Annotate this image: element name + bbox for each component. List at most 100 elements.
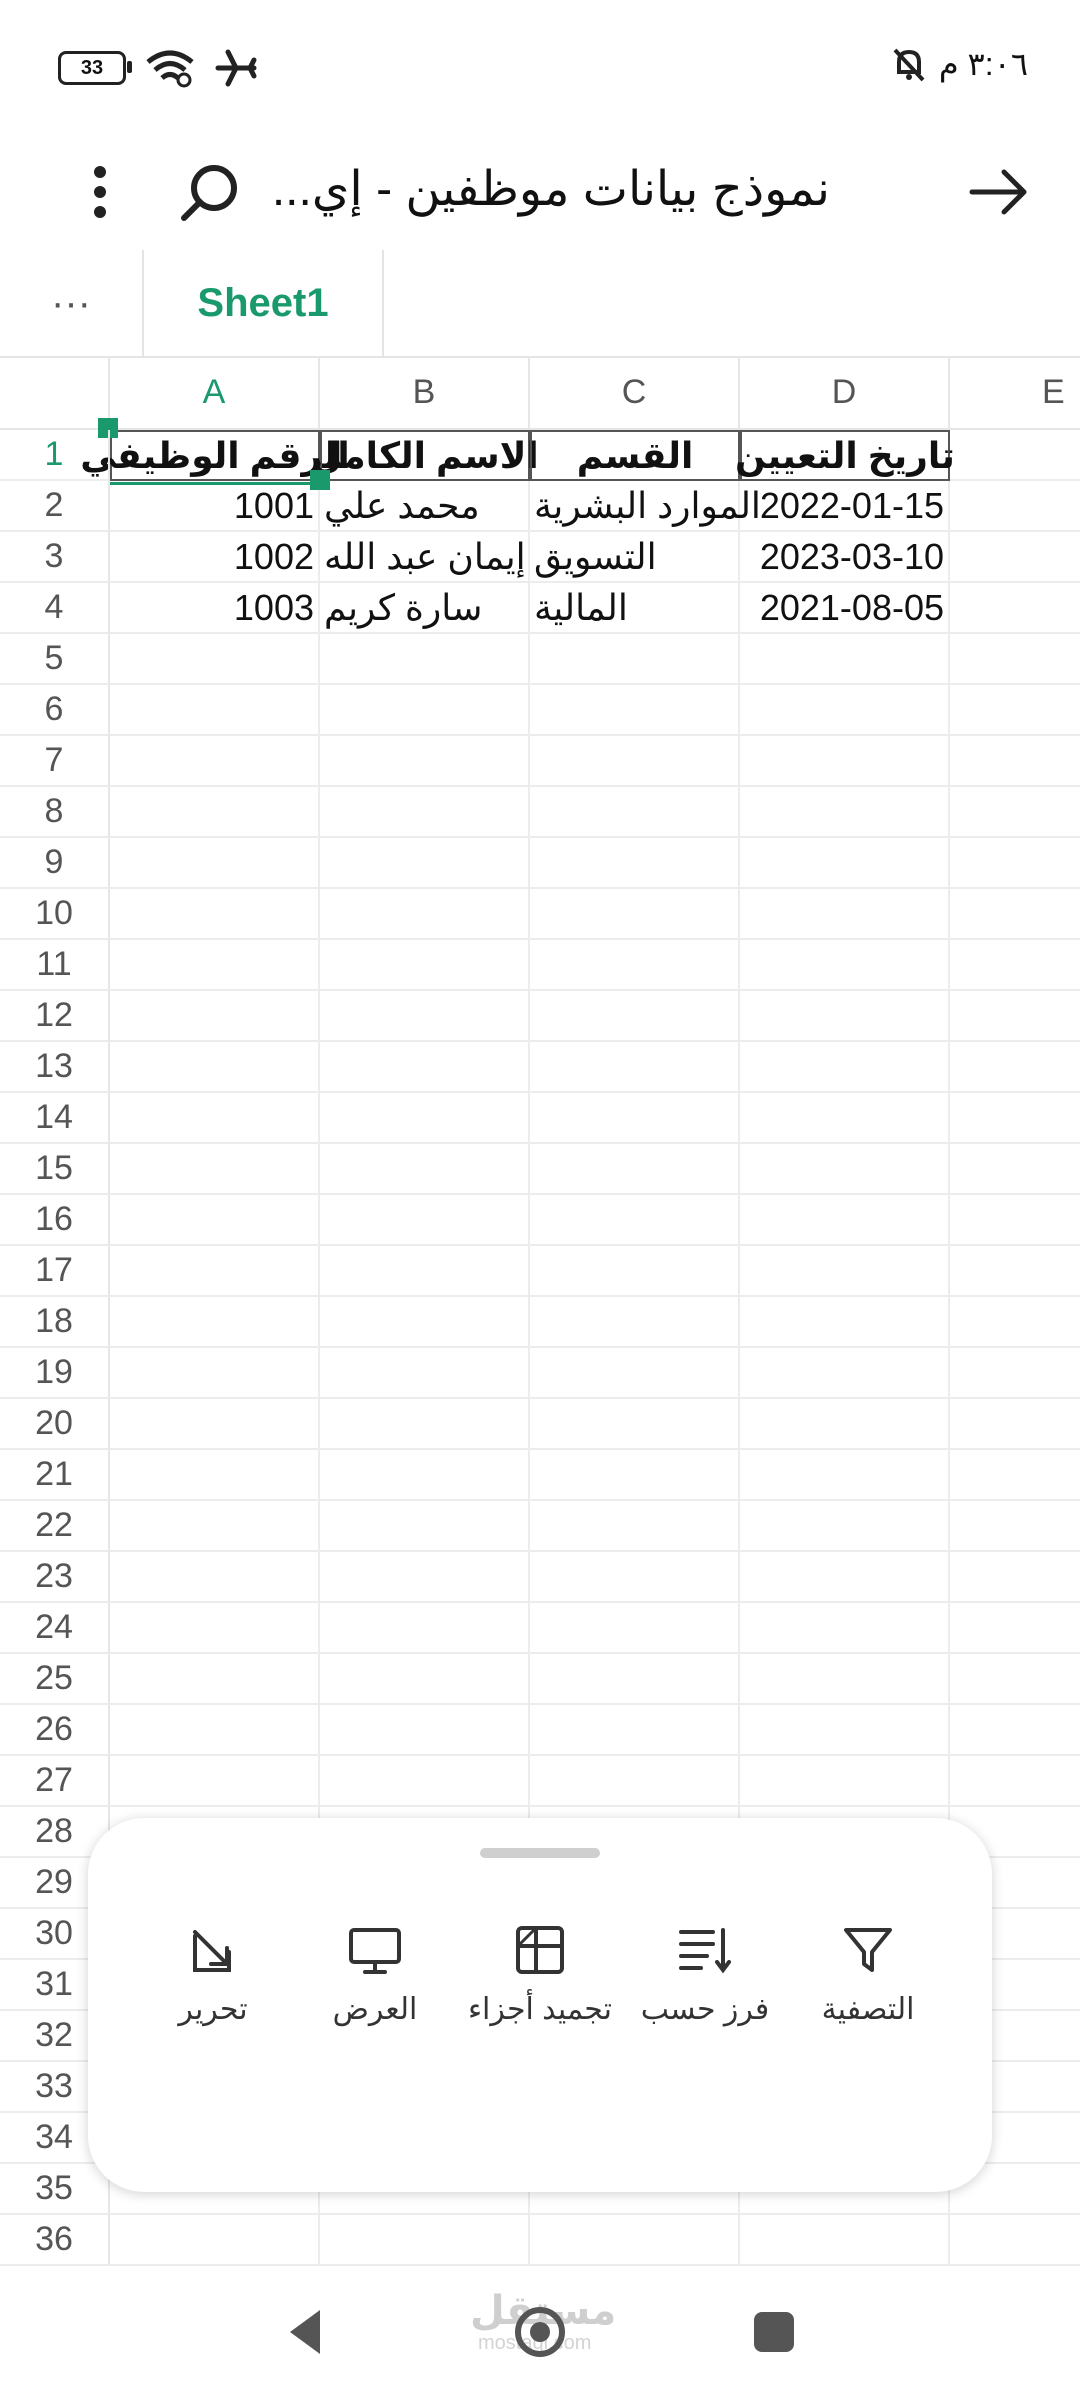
empty-cell[interactable]	[950, 1195, 1080, 1246]
freeze-panes-button[interactable]: تجميد أجزاء	[455, 1922, 625, 2027]
row-header-4[interactable]: 4	[0, 583, 110, 634]
cell-c4[interactable]: المالية	[530, 583, 740, 634]
empty-cell[interactable]	[740, 1450, 950, 1501]
empty-cell[interactable]	[320, 1450, 530, 1501]
empty-cell[interactable]	[320, 838, 530, 889]
empty-cell[interactable]	[110, 2215, 320, 2266]
column-header-d[interactable]: D	[740, 356, 950, 430]
row-header-27[interactable]: 27	[0, 1756, 110, 1807]
empty-cell[interactable]	[740, 1705, 950, 1756]
empty-cell[interactable]	[530, 1348, 740, 1399]
empty-cell[interactable]	[740, 1144, 950, 1195]
empty-cell[interactable]	[110, 1297, 320, 1348]
cell-c3[interactable]: التسويق	[530, 532, 740, 583]
empty-cell[interactable]	[530, 1399, 740, 1450]
empty-cell[interactable]	[320, 1348, 530, 1399]
empty-cell[interactable]	[320, 1705, 530, 1756]
empty-cell[interactable]	[320, 2215, 530, 2266]
empty-cell[interactable]	[320, 1654, 530, 1705]
empty-cell[interactable]	[740, 991, 950, 1042]
selection-end-handle[interactable]	[310, 470, 330, 490]
empty-cell[interactable]	[320, 991, 530, 1042]
empty-cell[interactable]	[950, 583, 1080, 634]
empty-cell[interactable]	[530, 1501, 740, 1552]
tab-sheet1[interactable]: Sheet1	[144, 250, 384, 356]
empty-cell[interactable]	[110, 1246, 320, 1297]
empty-cell[interactable]	[530, 634, 740, 685]
empty-cell[interactable]	[740, 1348, 950, 1399]
empty-cell[interactable]	[110, 889, 320, 940]
row-header-2[interactable]: 2	[0, 481, 110, 532]
edit-button[interactable]: تحرير	[128, 1922, 298, 2027]
empty-cell[interactable]	[110, 1042, 320, 1093]
empty-cell[interactable]	[740, 685, 950, 736]
cell-b4[interactable]: سارة كريم	[320, 583, 530, 634]
cell-c1[interactable]: القسم	[530, 430, 740, 481]
row-header-13[interactable]: 13	[0, 1042, 110, 1093]
empty-cell[interactable]	[740, 1603, 950, 1654]
back-arrow-icon[interactable]	[958, 152, 1038, 232]
sheet-drag-handle[interactable]	[480, 1848, 600, 1858]
empty-cell[interactable]	[110, 1603, 320, 1654]
empty-cell[interactable]	[530, 1246, 740, 1297]
empty-cell[interactable]	[950, 1144, 1080, 1195]
empty-cell[interactable]	[110, 1552, 320, 1603]
column-header-e[interactable]: E	[950, 356, 1080, 430]
empty-cell[interactable]	[320, 889, 530, 940]
cell-a4[interactable]: 1003	[110, 583, 320, 634]
row-header-8[interactable]: 8	[0, 787, 110, 838]
empty-cell[interactable]	[740, 1501, 950, 1552]
empty-cell[interactable]	[530, 940, 740, 991]
empty-cell[interactable]	[740, 1246, 950, 1297]
empty-cell[interactable]	[950, 838, 1080, 889]
empty-cell[interactable]	[320, 1501, 530, 1552]
empty-cell[interactable]	[530, 1093, 740, 1144]
empty-cell[interactable]	[110, 1654, 320, 1705]
nav-recents-icon[interactable]	[744, 2302, 804, 2362]
empty-cell[interactable]	[530, 838, 740, 889]
empty-cell[interactable]	[740, 1654, 950, 1705]
empty-cell[interactable]	[530, 991, 740, 1042]
empty-cell[interactable]	[950, 1705, 1080, 1756]
empty-cell[interactable]	[950, 1552, 1080, 1603]
cell-a2[interactable]: 1001	[110, 481, 320, 532]
row-header-9[interactable]: 9	[0, 838, 110, 889]
empty-cell[interactable]	[320, 787, 530, 838]
empty-cell[interactable]	[110, 940, 320, 991]
nav-back-icon[interactable]	[276, 2302, 336, 2362]
row-header-21[interactable]: 21	[0, 1450, 110, 1501]
empty-cell[interactable]	[740, 1552, 950, 1603]
empty-cell[interactable]	[110, 787, 320, 838]
empty-cell[interactable]	[110, 991, 320, 1042]
filter-button[interactable]: التصفية	[783, 1922, 953, 2027]
empty-cell[interactable]	[530, 1042, 740, 1093]
empty-cell[interactable]	[110, 1144, 320, 1195]
empty-cell[interactable]	[740, 1042, 950, 1093]
row-header-1[interactable]: 1	[0, 430, 110, 481]
empty-cell[interactable]	[110, 1399, 320, 1450]
empty-cell[interactable]	[740, 889, 950, 940]
row-header-18[interactable]: 18	[0, 1297, 110, 1348]
empty-cell[interactable]	[950, 481, 1080, 532]
row-header-7[interactable]: 7	[0, 736, 110, 787]
empty-cell[interactable]	[110, 736, 320, 787]
empty-cell[interactable]	[950, 532, 1080, 583]
empty-cell[interactable]	[740, 736, 950, 787]
cell-d2[interactable]: 2022-01-15	[740, 481, 950, 532]
empty-cell[interactable]	[950, 889, 1080, 940]
row-header-36[interactable]: 36	[0, 2215, 110, 2266]
row-header-35[interactable]: 35	[0, 2164, 110, 2215]
empty-cell[interactable]	[320, 1042, 530, 1093]
empty-cell[interactable]	[530, 1603, 740, 1654]
cell-d3[interactable]: 2023-03-10	[740, 532, 950, 583]
empty-cell[interactable]	[950, 1042, 1080, 1093]
more-options-icon[interactable]	[60, 152, 140, 232]
empty-cell[interactable]	[320, 1297, 530, 1348]
empty-cell[interactable]	[950, 634, 1080, 685]
cell-b1[interactable]: الاسم الكامل	[311, 430, 539, 481]
empty-cell[interactable]	[110, 1348, 320, 1399]
select-all-corner[interactable]	[0, 356, 110, 430]
cell-a3[interactable]: 1002	[110, 532, 320, 583]
empty-cell[interactable]	[320, 1195, 530, 1246]
empty-cell[interactable]	[530, 1654, 740, 1705]
